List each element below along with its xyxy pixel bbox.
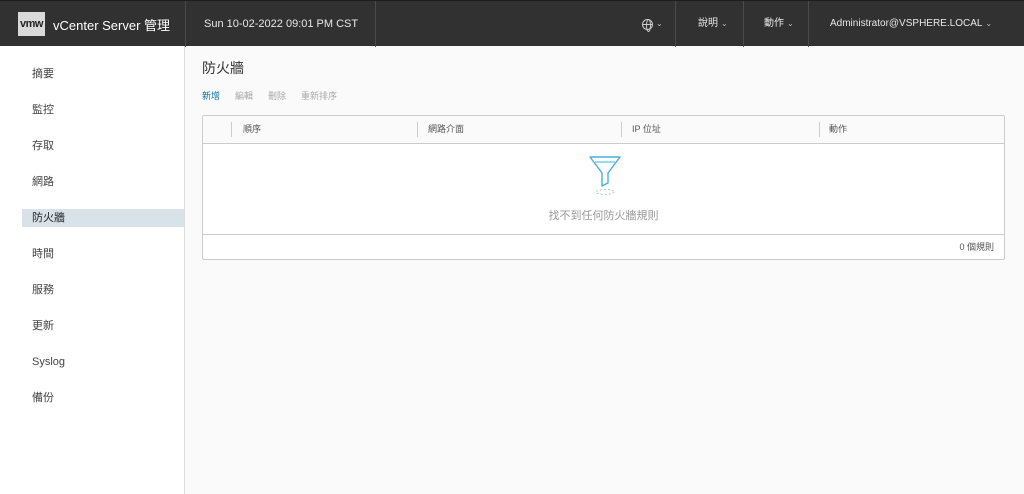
header-divider bbox=[375, 1, 376, 47]
sidebar-item-summary[interactable]: 摘要 bbox=[22, 65, 184, 83]
header-divider bbox=[808, 1, 809, 47]
sidebar-item-services[interactable]: 服務 bbox=[22, 281, 184, 299]
sidebar-item-syslog[interactable]: Syslog bbox=[22, 353, 184, 371]
caret-down-icon: ⌄ bbox=[656, 19, 663, 28]
filter-funnel-icon bbox=[589, 156, 621, 195]
help-menu-label: 說明 bbox=[698, 18, 718, 29]
header-divider bbox=[743, 1, 744, 47]
edit-button[interactable]: 編輯 bbox=[235, 89, 253, 102]
top-header: vmw vCenter Server 管理 Sun 10-02-2022 09:… bbox=[0, 0, 1024, 47]
globe-icon bbox=[642, 18, 653, 32]
page-title: 防火牆 bbox=[202, 60, 244, 76]
user-menu[interactable]: Administrator@VSPHERE.LOCAL ⌄ bbox=[830, 1, 992, 47]
sidebar-nav: 摘要 監控 存取 網路 防火牆 時間 服務 更新 Syslog 備份 bbox=[0, 46, 185, 494]
grid-empty-placeholder: 找不到任何防火牆規則 bbox=[203, 144, 1004, 235]
empty-message: 找不到任何防火牆規則 bbox=[548, 210, 659, 222]
header-divider bbox=[185, 1, 186, 47]
caret-down-icon: ⌄ bbox=[787, 19, 794, 28]
sidebar-item-networking[interactable]: 網路 bbox=[22, 173, 184, 191]
sidebar-item-backup[interactable]: 備份 bbox=[22, 389, 184, 407]
actions-menu[interactable]: 動作 ⌄ bbox=[764, 1, 794, 47]
sidebar-item-access[interactable]: 存取 bbox=[22, 137, 184, 155]
vmw-logo: vmw bbox=[18, 12, 45, 36]
column-header-ip-address[interactable]: IP 位址 bbox=[632, 116, 661, 143]
brand: vmw vCenter Server 管理 bbox=[0, 1, 185, 47]
delete-button[interactable]: 刪除 bbox=[268, 89, 286, 102]
column-header-network-interface[interactable]: 網路介面 bbox=[428, 116, 464, 143]
rule-count: 0 個規則 bbox=[959, 242, 994, 252]
caret-down-icon: ⌄ bbox=[985, 19, 993, 28]
language-menu[interactable]: ⌄ bbox=[642, 1, 663, 47]
user-name: Administrator@VSPHERE.LOCAL bbox=[830, 18, 983, 29]
firewall-rules-grid: 順序 網路介面 IP 位址 動作 找不到任何防火牆規則 0 個規則 bbox=[202, 115, 1005, 260]
sidebar-item-time[interactable]: 時間 bbox=[22, 245, 184, 263]
actions-menu-label: 動作 bbox=[764, 18, 784, 29]
header-divider bbox=[675, 1, 676, 47]
grid-footer: 0 個規則 bbox=[203, 234, 1004, 259]
column-separator[interactable] bbox=[621, 122, 622, 137]
column-header-order[interactable]: 順序 bbox=[243, 116, 261, 143]
help-menu[interactable]: 說明 ⌄ bbox=[698, 1, 728, 47]
caret-down-icon: ⌄ bbox=[721, 19, 728, 28]
reorder-button[interactable]: 重新排序 bbox=[301, 89, 337, 102]
firewall-toolbar: 新增 編輯 刪除 重新排序 bbox=[202, 89, 337, 102]
column-separator bbox=[231, 122, 232, 137]
column-separator[interactable] bbox=[417, 122, 418, 137]
sidebar-item-monitor[interactable]: 監控 bbox=[22, 101, 184, 119]
add-button[interactable]: 新增 bbox=[202, 89, 220, 102]
sidebar-item-firewall[interactable]: 防火牆 bbox=[22, 209, 184, 227]
column-separator[interactable] bbox=[819, 122, 820, 137]
column-header-action[interactable]: 動作 bbox=[829, 116, 847, 143]
grid-header: 順序 網路介面 IP 位址 動作 bbox=[203, 116, 1004, 144]
header-datetime: Sun 10-02-2022 09:01 PM CST bbox=[204, 18, 359, 30]
sidebar-item-update[interactable]: 更新 bbox=[22, 317, 184, 335]
app-title: vCenter Server 管理 bbox=[53, 17, 171, 33]
